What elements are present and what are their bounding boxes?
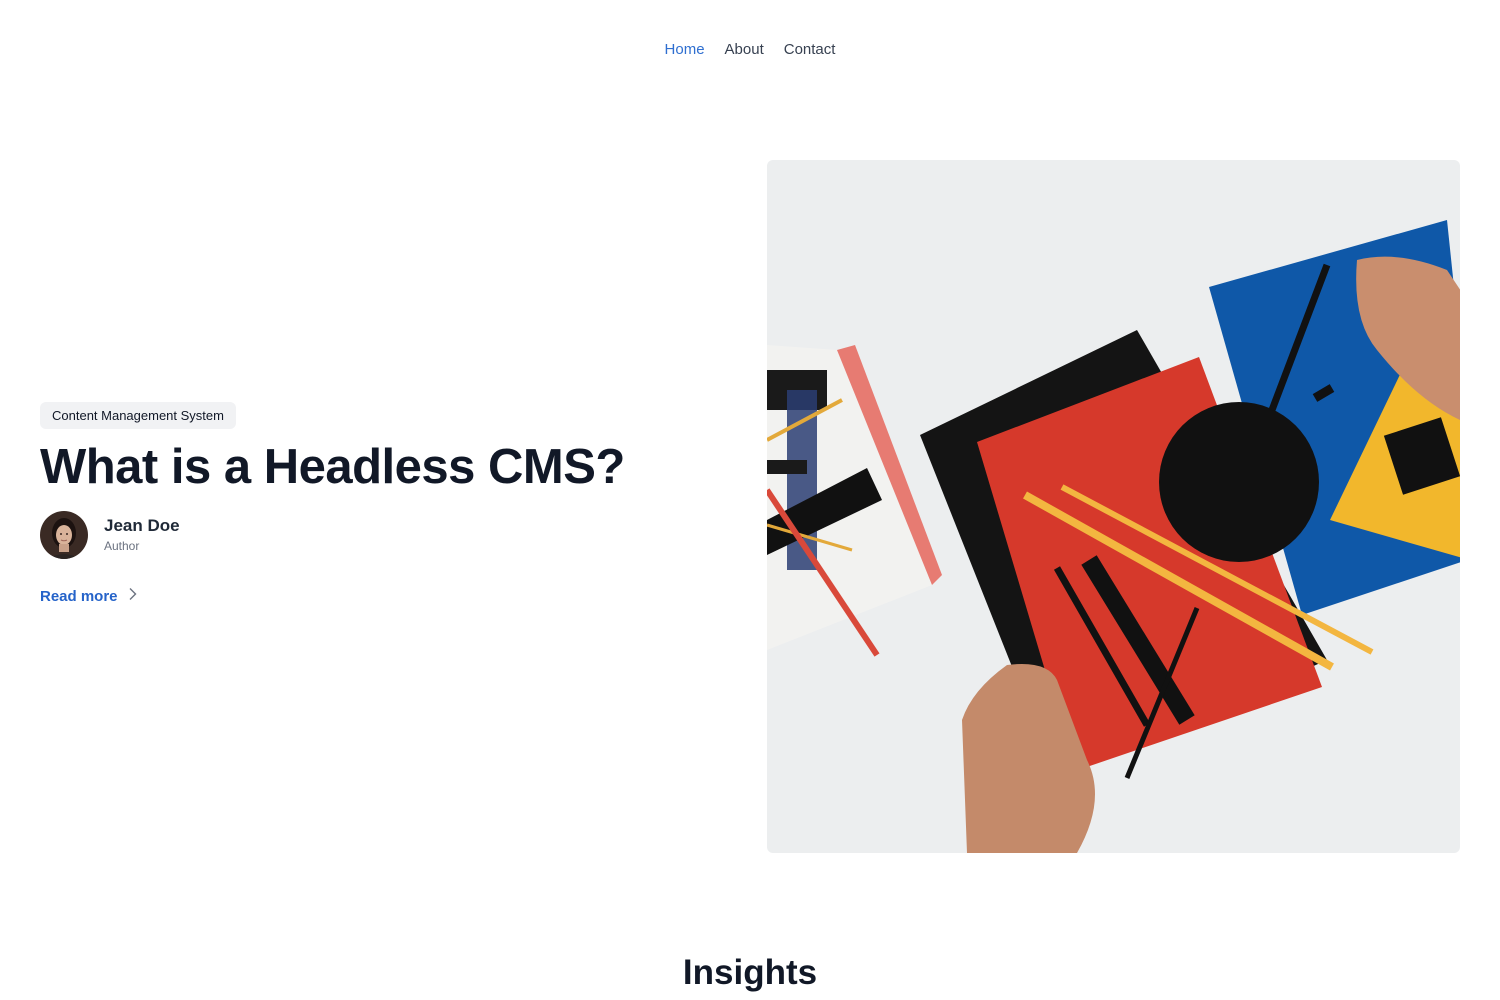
main-nav: Home About Contact: [0, 40, 1500, 60]
read-more-label: Read more: [40, 587, 118, 605]
author-avatar: [40, 511, 88, 559]
category-tag[interactable]: Content Management System: [40, 402, 236, 429]
author-text: Jean Doe Author: [104, 516, 180, 554]
hero-image: [767, 160, 1460, 853]
author-block: Jean Doe Author: [40, 511, 720, 559]
nav-contact-link[interactable]: Contact: [784, 40, 836, 60]
nav-about-link[interactable]: About: [725, 40, 764, 60]
section-title-insights: Insights: [682, 953, 818, 992]
hero-content: Content Management System What is a Head…: [40, 402, 720, 606]
chevron-right-icon: [128, 587, 138, 605]
hero-title: What is a Headless CMS?: [40, 440, 625, 494]
read-more-link[interactable]: Read more: [40, 587, 138, 605]
nav-home-link[interactable]: Home: [665, 40, 705, 60]
author-name: Jean Doe: [104, 516, 180, 535]
author-role: Author: [104, 539, 140, 553]
